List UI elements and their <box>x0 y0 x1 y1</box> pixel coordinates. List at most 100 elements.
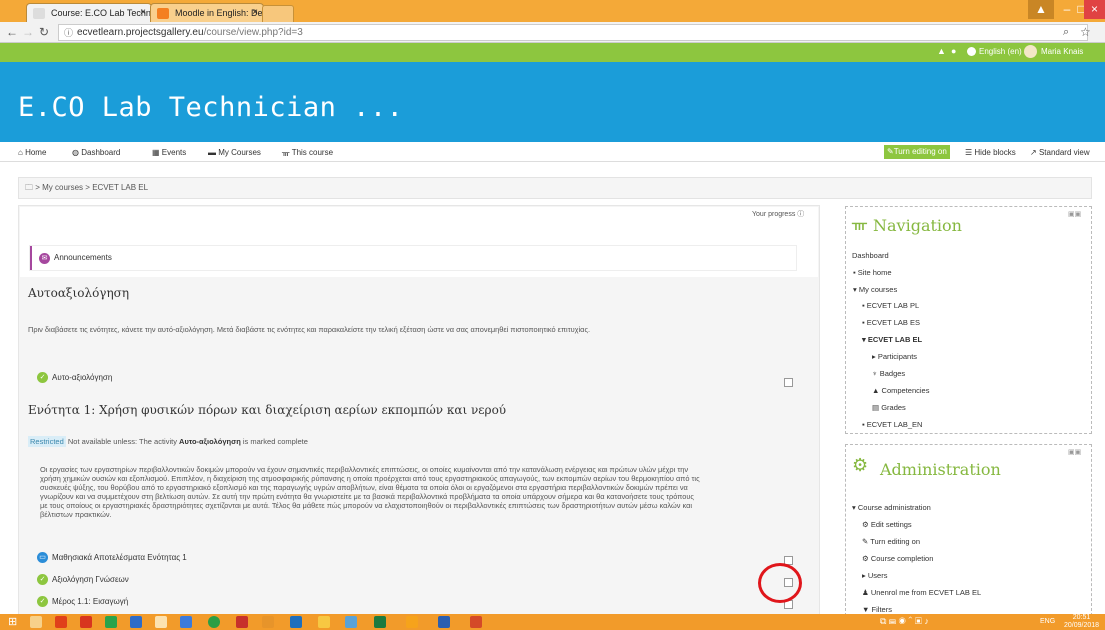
nav-dashboard-link[interactable]: Dashboard <box>852 248 889 265</box>
taskbar-app-icon[interactable] <box>262 616 274 628</box>
standard-view-button[interactable]: ↗ Standard view <box>1030 148 1090 157</box>
breadcrumb: 🗀 > My courses > ECVET LAB EL <box>18 177 1092 199</box>
nav-tree-item[interactable]: ▪ Site home <box>853 265 892 282</box>
browser-tab[interactable]: Moodle in English: Delet × <box>150 3 264 22</box>
admin-tree-item[interactable]: ✎ Turn editing on <box>862 534 920 551</box>
tab-close-icon[interactable]: × <box>252 4 258 22</box>
nav-my-courses[interactable]: ▬ My Courses <box>208 148 261 157</box>
nav-tree-item[interactable]: ▤ Grades <box>872 400 906 417</box>
clock[interactable]: 20:51 20/09/2018 <box>1064 614 1099 630</box>
activity-link[interactable]: Αξιολόγηση Γνώσεων <box>52 575 129 584</box>
language-menu[interactable]: English (en) <box>979 47 1022 56</box>
user-profile-button[interactable]: ▲ <box>1028 0 1054 19</box>
sitemap-icon: ᚃ <box>282 148 290 157</box>
restriction-activity[interactable]: Αυτο-αξιολόγηση <box>179 437 241 446</box>
taskbar-app-icon[interactable] <box>236 616 248 628</box>
turn-editing-on-button[interactable]: ✎Turn editing on <box>884 145 950 159</box>
nav-label: My Courses <box>218 148 261 157</box>
taskbar-app-icon[interactable] <box>345 616 357 628</box>
admin-tree-item[interactable]: ♟ Unenrol me from ECVET LAB EL <box>862 585 981 602</box>
section-title[interactable]: Αυτοαξιολόγηση <box>28 286 129 300</box>
browser-tab-active[interactable]: Course: E.CO Lab Technic × <box>26 3 152 22</box>
breadcrumb-my-courses[interactable]: My courses <box>42 183 83 192</box>
bookmark-star-icon[interactable]: ☆ <box>1080 24 1091 41</box>
activity-link[interactable]: Αυτο-αξιολόγηση <box>52 373 112 382</box>
taskbar-app-icon[interactable] <box>318 616 330 628</box>
taskbar-app-icon[interactable] <box>155 616 167 628</box>
page-icon: ▭ <box>37 552 48 563</box>
taskbar-app-icon[interactable] <box>55 616 67 628</box>
nav-label: Grades <box>881 403 906 412</box>
nav-tree-item[interactable]: ▾ My courses <box>853 282 897 299</box>
dashboard-icon: ◍ <box>72 148 79 157</box>
close-window-button[interactable]: × <box>1084 0 1105 19</box>
taskbar-app-icon[interactable] <box>105 616 117 628</box>
url-input[interactable]: ⓘ ecvetlearn.projectsgallery.eu/course/v… <box>58 24 1088 41</box>
nav-tree-item[interactable]: ▪ ECVET LAB PL <box>862 298 919 315</box>
site-title[interactable]: E.CO Lab Technician ... <box>18 92 403 123</box>
taskbar-app-icon[interactable] <box>80 616 92 628</box>
nav-dashboard[interactable]: ◍ Dashboard <box>72 148 120 157</box>
announcements-activity[interactable]: ✉ Announcements <box>30 246 796 270</box>
tray-icons[interactable]: ⧉ ⌨ ◉ ⌃ ▣ ♪ <box>880 616 929 627</box>
tab-close-icon[interactable]: × <box>140 4 146 22</box>
section-summary: Πριν διαβάσετε τις ενότητες, κάνετε την … <box>28 325 591 334</box>
button-label: Standard view <box>1038 148 1090 157</box>
section-title[interactable]: Ενότητα 1: Χρήση φυσικών πόρων και διαχε… <box>28 403 506 417</box>
announcements-link[interactable]: Announcements <box>54 253 112 262</box>
summary-line: με τους οποίους οι εργαστηριακές δραστηρ… <box>40 501 693 510</box>
taskbar-app-icon[interactable] <box>30 616 42 628</box>
nav-events[interactable]: ▦ Events <box>152 148 186 157</box>
messages-icon[interactable]: ● <box>951 46 956 56</box>
folder-icon[interactable]: 🗀 <box>25 183 33 192</box>
user-menu[interactable]: Maria Knais <box>1041 47 1083 56</box>
forward-icon[interactable]: → <box>22 24 34 41</box>
block-title[interactable]: Navigation <box>873 216 962 235</box>
nav-tree-item[interactable]: ▸ Participants <box>872 349 917 366</box>
nav-tree-item[interactable]: ♆ Badges <box>872 366 905 383</box>
breadcrumb-course[interactable]: ECVET LAB EL <box>92 183 148 192</box>
nav-tree-item[interactable]: ▲ Competencies <box>872 383 929 400</box>
chrome-icon[interactable] <box>208 616 220 628</box>
completion-checkbox[interactable] <box>784 378 793 387</box>
new-tab-button[interactable] <box>262 5 294 22</box>
excel-icon[interactable] <box>374 616 386 628</box>
block-actions-icon[interactable]: ▣▣ <box>1068 210 1081 218</box>
hide-blocks-button[interactable]: ☰ Hide blocks <box>965 148 1016 157</box>
admin-tree-item[interactable]: ⚙ Edit settings <box>862 517 912 534</box>
admin-label: Course administration <box>857 503 931 512</box>
admin-tree-item[interactable]: ⚙ Course completion <box>862 551 933 568</box>
language-indicator[interactable]: ENG <box>1040 618 1055 625</box>
tab-title: Course: E.CO Lab Technic <box>51 8 152 18</box>
outlook-icon[interactable] <box>406 616 418 628</box>
nav-home[interactable]: ⌂ Home <box>18 148 46 157</box>
bell-icon[interactable]: ▲ <box>937 46 946 56</box>
admin-tree-item[interactable]: ▾ Course administration <box>852 500 931 517</box>
help-icon[interactable]: ⓘ <box>797 211 804 218</box>
taskbar-app-icon[interactable] <box>180 616 192 628</box>
taskbar-app-icon[interactable] <box>290 616 302 628</box>
block-actions-icon[interactable]: ▣▣ <box>1068 448 1081 456</box>
breadcrumb-separator: > <box>85 183 90 192</box>
summary-line: γνωρίζουν και να συμμετέχουν στη βελτίωσ… <box>40 492 694 501</box>
block-title[interactable]: Administration <box>880 460 1001 479</box>
activity-link[interactable]: Μέρος 1.1: Εισαγωγή <box>52 597 128 606</box>
nav-tree-item[interactable]: ▾ ECVET LAB EL <box>862 332 922 349</box>
zoom-icon[interactable]: ⌕ <box>1063 24 1069 41</box>
powerpoint-icon[interactable] <box>470 616 482 628</box>
avatar[interactable] <box>1024 45 1037 58</box>
home-icon: ⌂ <box>18 148 23 157</box>
windows-start-icon[interactable]: ⊞ <box>8 615 17 628</box>
moodle-favicon <box>33 8 45 19</box>
nav-tree-item[interactable]: ▪ ECVET LAB_EN <box>862 417 922 434</box>
activity-link[interactable]: Μαθησιακά Αποτελέσματα Ενότητας 1 <box>52 553 187 562</box>
nav-tree-item[interactable]: ▪ ECVET LAB ES <box>862 315 920 332</box>
taskbar-app-icon[interactable] <box>130 616 142 628</box>
word-icon[interactable] <box>438 616 450 628</box>
reload-icon[interactable]: ↻ <box>39 24 49 41</box>
back-icon[interactable]: ← <box>6 24 18 41</box>
info-icon[interactable]: ⓘ <box>64 26 73 41</box>
admin-tree-item[interactable]: ▸ Users <box>862 568 887 585</box>
nav-this-course[interactable]: ᚃ This course <box>282 148 333 157</box>
courses-icon: ▬ <box>208 148 216 157</box>
